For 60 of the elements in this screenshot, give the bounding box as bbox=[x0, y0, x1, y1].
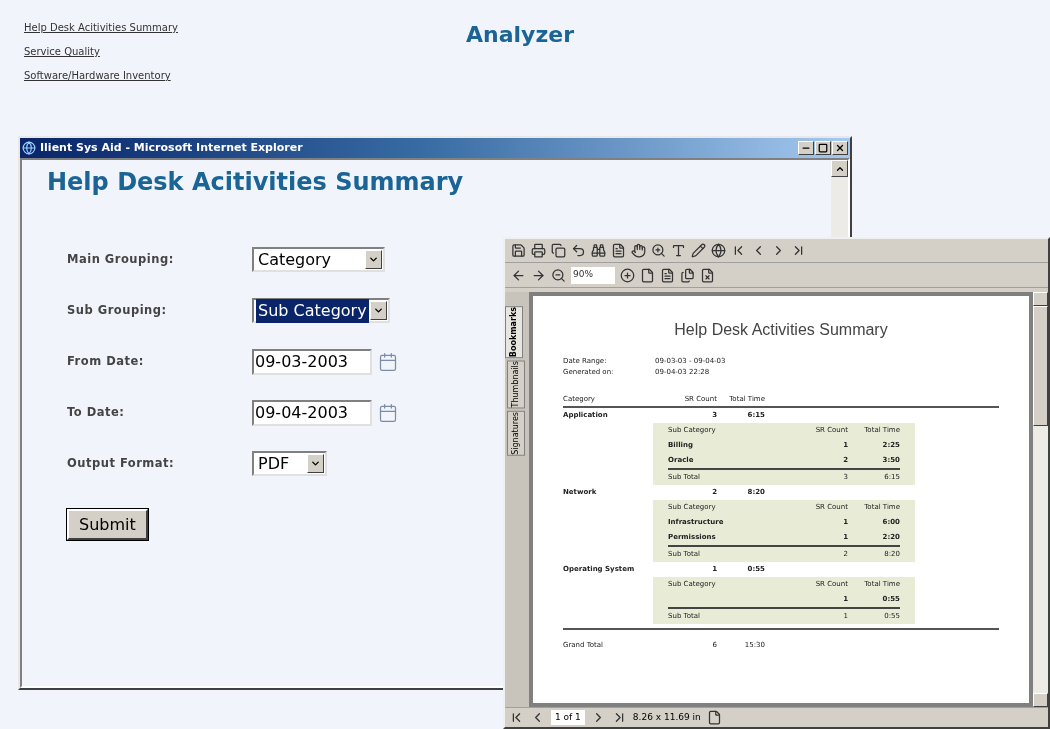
text-tool-icon[interactable] bbox=[671, 243, 686, 258]
forward-icon[interactable] bbox=[531, 267, 546, 283]
form-label: Main Grouping: bbox=[67, 250, 175, 268]
dropdown[interactable]: PDF bbox=[252, 451, 327, 476]
document-icon[interactable] bbox=[611, 243, 626, 258]
pages-icon[interactable] bbox=[680, 267, 695, 283]
page-icon[interactable] bbox=[706, 710, 722, 725]
copy-icon[interactable] bbox=[551, 243, 566, 258]
dropdown[interactable]: Category bbox=[252, 247, 385, 272]
minimize-button[interactable] bbox=[798, 141, 814, 155]
scrollbar[interactable] bbox=[1033, 292, 1048, 707]
form-label: From Date: bbox=[67, 352, 145, 370]
nav-link[interactable]: Software/Hardware Inventory bbox=[24, 68, 171, 83]
app-title: Analyzer bbox=[466, 21, 574, 49]
zoom-in-icon[interactable] bbox=[651, 243, 666, 258]
print-icon[interactable] bbox=[531, 243, 546, 258]
form-label: To Date: bbox=[67, 403, 126, 421]
report-title: Help Desk Activities Summary bbox=[673, 320, 889, 340]
dropdown[interactable]: Sub Category bbox=[252, 298, 390, 323]
undo-icon[interactable] bbox=[571, 243, 586, 258]
side-tab[interactable]: Bookmarks bbox=[505, 306, 523, 359]
form-label: Sub Grouping: bbox=[67, 301, 168, 319]
back-icon[interactable] bbox=[511, 267, 526, 283]
zoom-field[interactable]: 90% bbox=[571, 266, 615, 284]
dropdown-value: Category bbox=[257, 248, 333, 271]
fit-page-icon[interactable] bbox=[660, 267, 675, 283]
page-icon[interactable] bbox=[640, 267, 655, 283]
close-document-icon[interactable] bbox=[700, 267, 715, 283]
nav-link[interactable]: Service Quality bbox=[24, 44, 100, 59]
page-size: 8.26 x 11.69 in bbox=[632, 710, 701, 724]
scroll-down-button[interactable] bbox=[1033, 693, 1048, 707]
globe-icon[interactable] bbox=[711, 243, 726, 258]
calendar-icon[interactable] bbox=[378, 402, 398, 423]
browser-icon bbox=[22, 141, 36, 155]
page-heading: Help Desk Acitivities Summary bbox=[47, 167, 465, 198]
nav-link[interactable]: Help Desk Acitivities Summary bbox=[24, 20, 178, 35]
scroll-up-button[interactable] bbox=[1033, 292, 1048, 306]
side-tab[interactable]: Thumbnails bbox=[507, 360, 525, 409]
pencil-icon[interactable] bbox=[691, 243, 706, 258]
page-number-field[interactable]: 1 of 1 bbox=[551, 710, 585, 725]
date-field[interactable]: 09-03-2003 bbox=[252, 348, 372, 375]
maximize-icon bbox=[818, 143, 828, 153]
zoom-in-circle-icon[interactable] bbox=[620, 267, 635, 283]
zoom-out-icon[interactable] bbox=[551, 267, 566, 283]
date-field[interactable]: 09-04-2003 bbox=[252, 399, 372, 426]
window-title: Ilient Sys Aid - Microsoft Internet Explorer bbox=[40, 139, 304, 156]
close-button[interactable] bbox=[832, 141, 848, 155]
close-icon bbox=[835, 143, 845, 153]
binoculars-icon[interactable] bbox=[591, 243, 606, 258]
dropdown-value: PDF bbox=[257, 452, 291, 475]
maximize-button[interactable] bbox=[815, 141, 831, 155]
scroll-up-button[interactable] bbox=[831, 160, 848, 177]
side-tab[interactable]: Signatures bbox=[507, 410, 525, 456]
form-label: Output Format: bbox=[67, 454, 176, 472]
dropdown-value: Sub Category bbox=[256, 298, 369, 323]
hand-icon[interactable] bbox=[631, 243, 646, 258]
calendar-icon[interactable] bbox=[378, 351, 398, 372]
scroll-thumb[interactable] bbox=[1033, 306, 1048, 426]
save-icon[interactable] bbox=[511, 243, 526, 258]
submit-button[interactable]: Submit bbox=[67, 509, 148, 540]
